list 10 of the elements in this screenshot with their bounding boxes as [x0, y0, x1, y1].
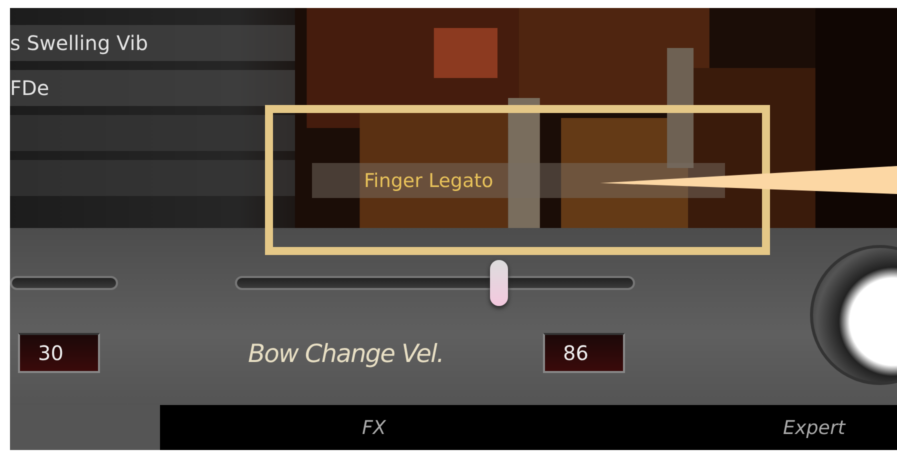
slider-track[interactable]	[235, 260, 635, 306]
slider-thumb[interactable]	[490, 260, 508, 306]
value-field[interactable]: 30	[18, 333, 100, 373]
tab[interactable]: Expert	[782, 416, 846, 438]
articulation-item[interactable]: FDe	[10, 70, 295, 106]
tab[interactable]: FX	[362, 416, 386, 438]
slider-label: Bow Change Vel.	[248, 338, 444, 368]
articulation-item[interactable]: s Swelling Vib	[10, 25, 295, 61]
articulation-field[interactable]: Finger Legato	[312, 163, 725, 198]
value-field[interactable]: 86	[543, 333, 625, 373]
